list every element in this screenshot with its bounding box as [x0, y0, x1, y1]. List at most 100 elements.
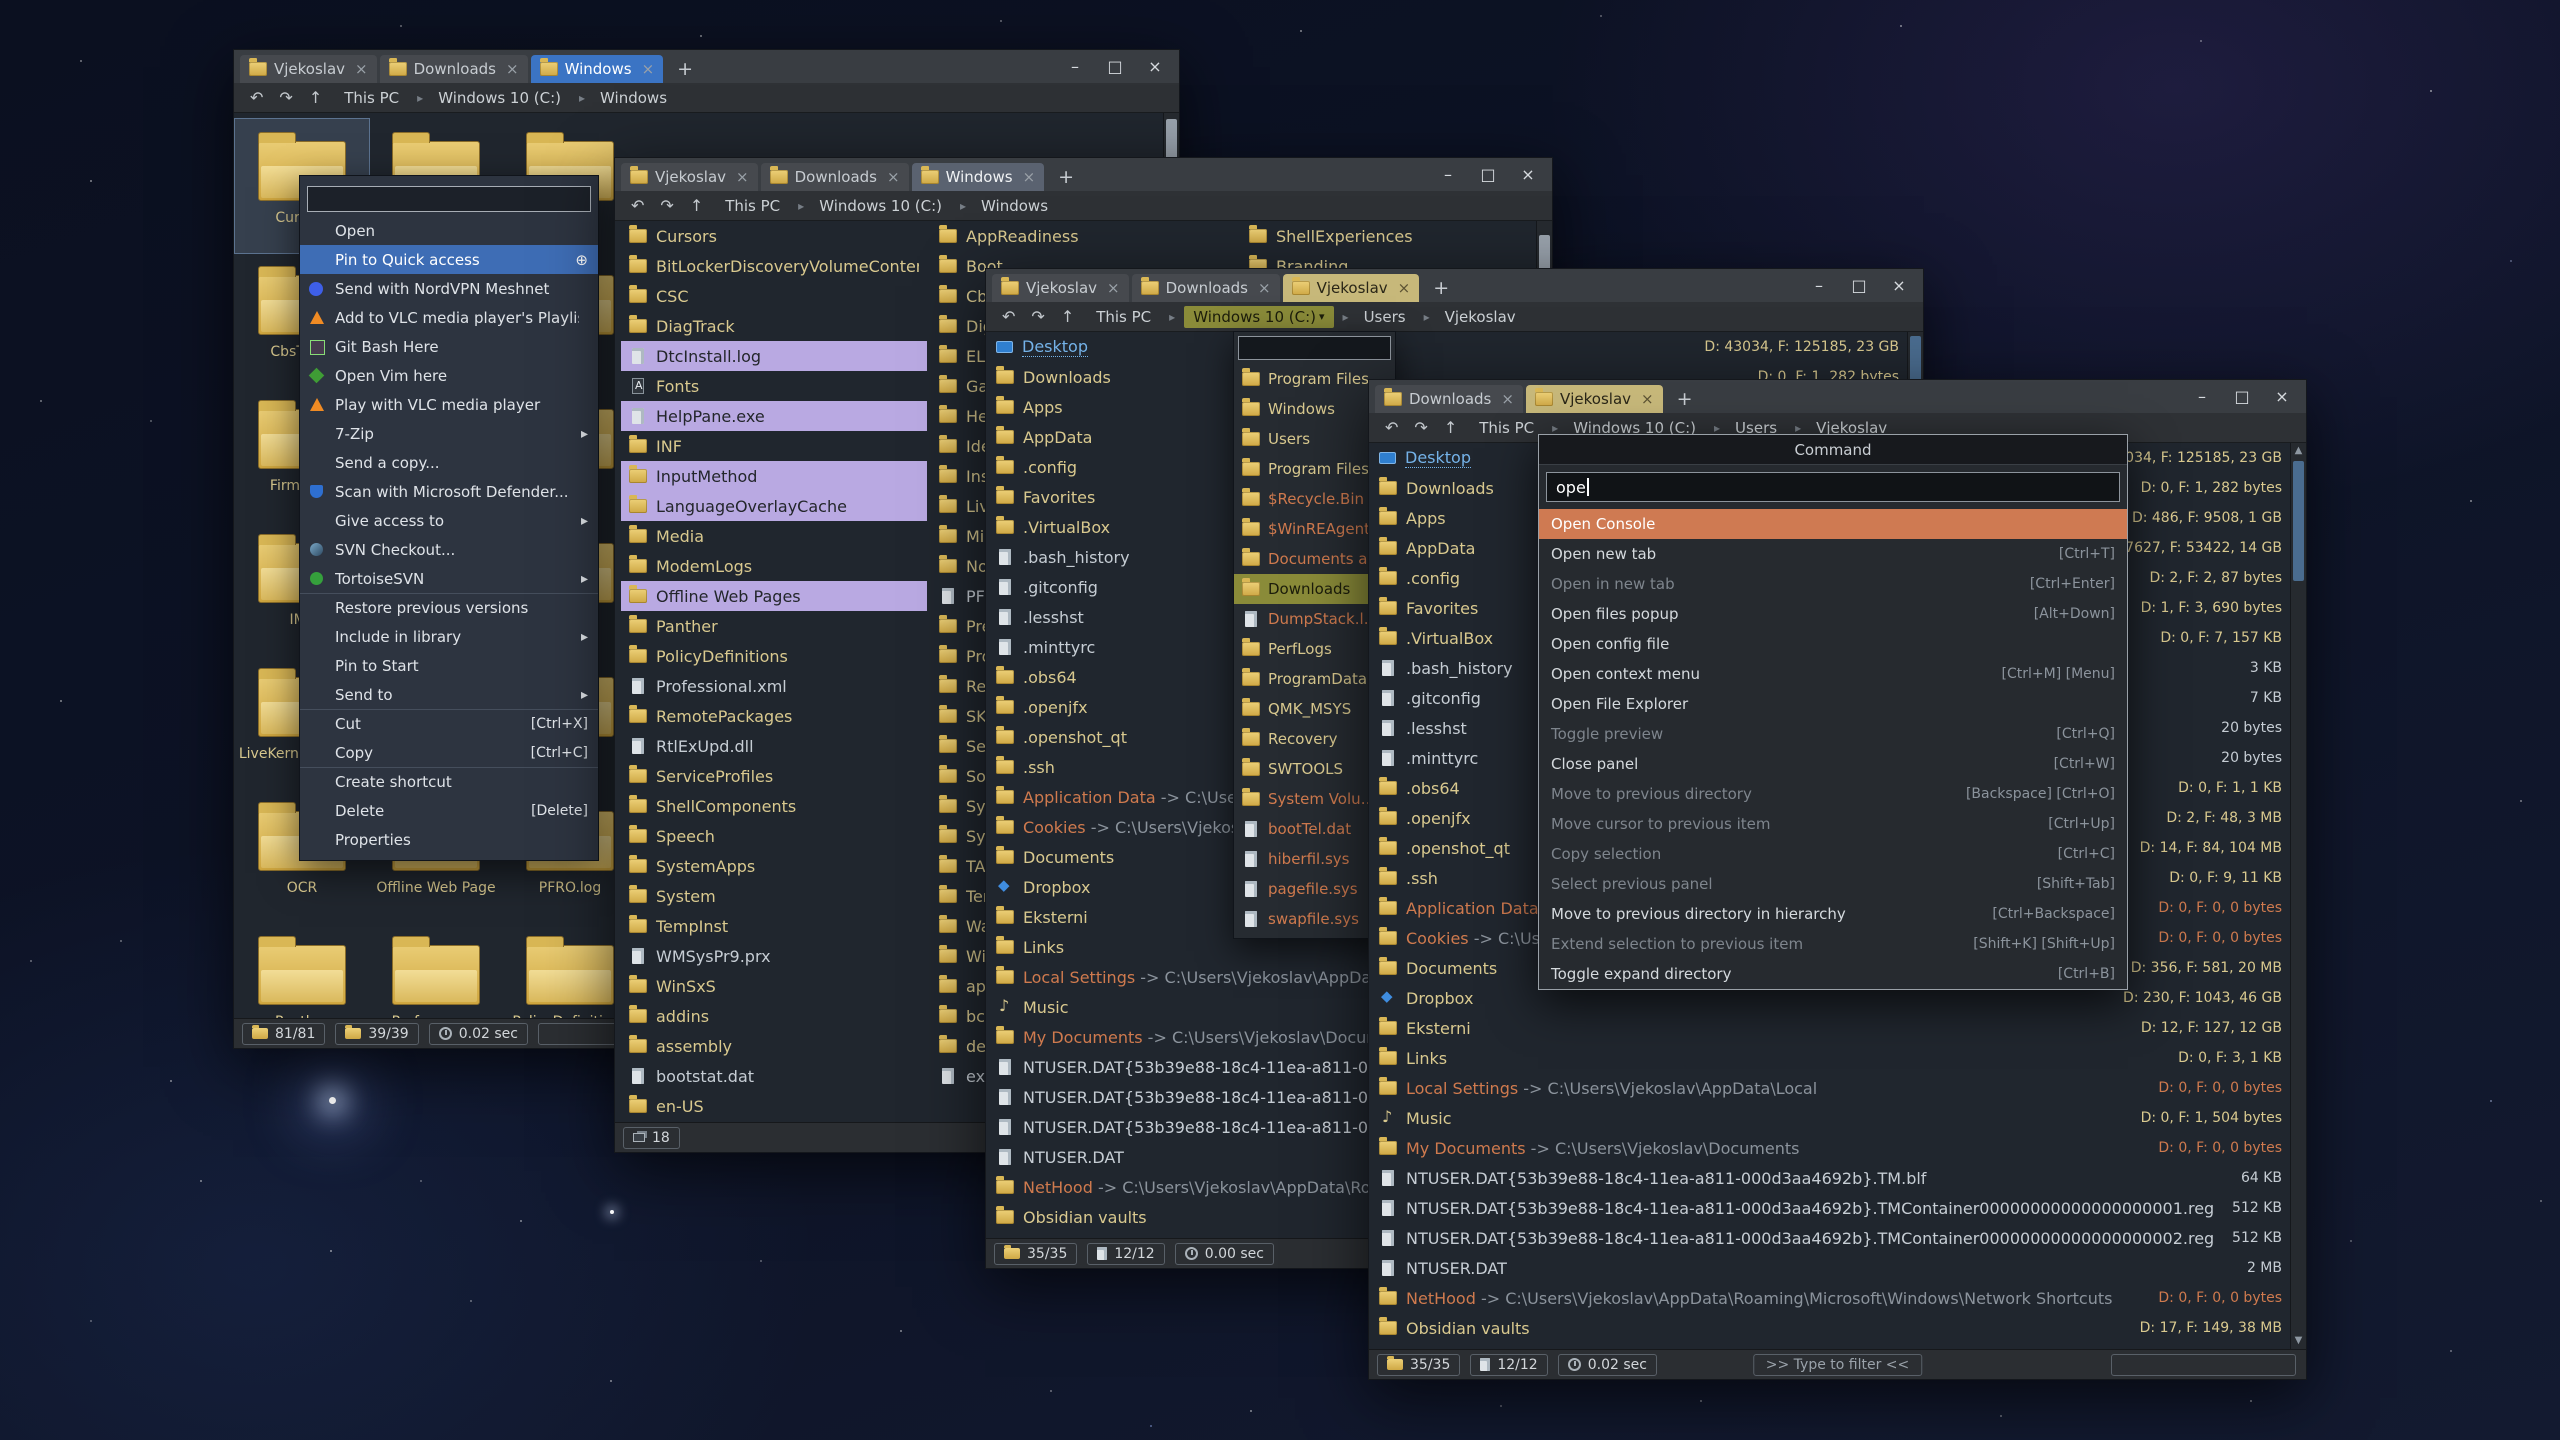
tab-close-icon[interactable]: × [1107, 279, 1120, 297]
breadcrumb-item[interactable]: Windows [975, 195, 1057, 217]
forward-button[interactable]: ↷ [652, 196, 681, 215]
up-button[interactable]: ↑ [682, 196, 711, 215]
file-row[interactable]: Desktop D: 43034, F: 125185, 23 GB [986, 332, 1907, 362]
file-row[interactable]: en-US [621, 1091, 927, 1121]
up-button[interactable]: ↑ [1053, 307, 1082, 326]
tab-close-icon[interactable]: × [887, 168, 900, 186]
file-row[interactable]: addins [621, 1001, 927, 1031]
minimize-button[interactable]: – [1428, 165, 1468, 184]
command-palette-item[interactable]: Open files popup [Alt+Down] [1539, 599, 2127, 629]
context-menu-item[interactable]: Send a copy... [300, 448, 598, 477]
command-palette-item[interactable]: Toggle expand directory [Ctrl+B] [1539, 959, 2127, 989]
file-row[interactable]: InputMethod [621, 461, 927, 491]
context-menu-item[interactable]: Git Bash Here [300, 332, 598, 361]
context-menu-item[interactable]: Send with NordVPN Meshnet [300, 274, 598, 303]
file-row[interactable]: My Documents -> C:\Users\Vjekoslav\Docum… [1369, 1133, 2290, 1163]
minimize-button[interactable]: – [1799, 276, 1839, 295]
file-row[interactable]: CSC [621, 281, 927, 311]
up-button[interactable]: ↑ [1436, 418, 1465, 437]
context-menu-item[interactable]: TortoiseSVN ▸ [300, 564, 598, 593]
forward-button[interactable]: ↷ [1023, 307, 1052, 326]
file-row[interactable]: ShellExperiences [1241, 221, 1541, 251]
file-row[interactable]: Professional.xml [621, 671, 927, 701]
tab[interactable]: Downloads × [761, 163, 909, 191]
dropdown-filter-input[interactable] [1238, 336, 1391, 360]
tab[interactable]: Downloads × [380, 55, 528, 83]
file-row[interactable]: Cursors [621, 221, 927, 251]
tab[interactable]: Windows × [531, 55, 664, 83]
scrollbar[interactable]: ▲ ▼ [2290, 443, 2306, 1349]
breadcrumb-item[interactable]: Windows 10 (C:)▾ [1184, 306, 1357, 328]
command-palette-item[interactable]: Open config file [1539, 629, 2127, 659]
up-button[interactable]: ↑ [301, 88, 330, 107]
file-row[interactable]: Panther [621, 611, 927, 641]
close-button[interactable]: × [1879, 276, 1919, 295]
breadcrumb-item[interactable]: Users [1358, 306, 1439, 328]
context-menu-item[interactable]: Play with VLC media player [300, 390, 598, 419]
tab-close-icon[interactable]: × [1398, 279, 1411, 297]
tab-close-icon[interactable]: × [736, 168, 749, 186]
file-row[interactable]: RtlExUpd.dll [621, 731, 927, 761]
breadcrumb-item[interactable]: Windows 10 (C:) [813, 195, 975, 217]
command-palette-item[interactable]: Open File Explorer [1539, 689, 2127, 719]
file-row[interactable]: NTUSER.DAT{53b39e88-18c4-11ea-a811-000d3… [1369, 1193, 2290, 1223]
file-row[interactable]: Local Settings -> C:\Users\Vjekoslav\App… [1369, 1073, 2290, 1103]
context-menu-item[interactable]: Send to ▸ [300, 680, 598, 709]
file-row[interactable]: Music D: 0, F: 1, 504 bytes [1369, 1103, 2290, 1133]
command-palette-item[interactable]: Open Console [1539, 509, 2127, 539]
file-row[interactable]: Offline Web Pages [621, 581, 927, 611]
file-row[interactable]: System [621, 881, 927, 911]
tab-close-icon[interactable]: × [506, 60, 519, 78]
file-row[interactable]: INF [621, 431, 927, 461]
file-row[interactable]: Eksterni D: 12, F: 127, 12 GB [1369, 1013, 2290, 1043]
file-row[interactable]: DiagTrack [621, 311, 927, 341]
new-tab-button[interactable]: + [666, 55, 704, 83]
back-button[interactable]: ↶ [994, 307, 1023, 326]
file-row[interactable]: PolicyDefinitions [621, 641, 927, 671]
forward-button[interactable]: ↷ [271, 88, 300, 107]
context-menu-item[interactable]: Scan with Microsoft Defender... [300, 477, 598, 506]
command-palette-item[interactable]: Close panel [Ctrl+W] [1539, 749, 2127, 779]
file-row[interactable]: AppReadiness [931, 221, 1237, 251]
minimize-button[interactable]: – [1055, 57, 1095, 76]
close-button[interactable]: × [1508, 165, 1548, 184]
tab-close-icon[interactable]: × [1258, 279, 1271, 297]
file-row[interactable]: Media [621, 521, 927, 551]
command-palette-item[interactable]: Toggle preview [Ctrl+Q] [1539, 719, 2127, 749]
context-menu-item[interactable]: Pin to Start [300, 651, 598, 680]
tab-close-icon[interactable]: × [1501, 390, 1514, 408]
breadcrumb-item[interactable]: This PC [719, 195, 813, 217]
tab-close-icon[interactable]: × [1641, 390, 1654, 408]
command-palette-item[interactable]: Select previous panel [Shift+Tab] [1539, 869, 2127, 899]
file-row[interactable]: Fonts [621, 371, 927, 401]
tab[interactable]: Downloads × [1132, 274, 1280, 302]
context-menu-item[interactable]: Delete [Delete] [300, 796, 598, 825]
tab[interactable]: Vjekoslav × [621, 163, 758, 191]
breadcrumb-item[interactable]: Windows 10 (C:) [432, 87, 594, 109]
file-row[interactable]: NTUSER.DAT{53b39e88-18c4-11ea-a811-000d3… [1369, 1163, 2290, 1193]
desktop-folder-item[interactable]: Panther [235, 923, 369, 1018]
context-menu-item[interactable]: Give access to ▸ [300, 506, 598, 535]
context-menu-item[interactable]: 7-Zip ▸ [300, 419, 598, 448]
file-row[interactable]: NTUSER.DAT{53b39e88-18c4-11ea-a811-000d3… [1369, 1223, 2290, 1253]
maximize-button[interactable]: □ [1839, 276, 1879, 295]
minimize-button[interactable]: – [2182, 387, 2222, 406]
command-palette-item[interactable]: Move to previous directory in hierarchy … [1539, 899, 2127, 929]
file-row[interactable]: WinSxS [621, 971, 927, 1001]
command-palette-item[interactable]: Copy selection [Ctrl+C] [1539, 839, 2127, 869]
file-row[interactable]: ShellComponents [621, 791, 927, 821]
file-row[interactable]: ModemLogs [621, 551, 927, 581]
file-row[interactable]: DtcInstall.log [621, 341, 927, 371]
file-row[interactable]: HelpPane.exe [621, 401, 927, 431]
tab-close-icon[interactable]: × [355, 60, 368, 78]
file-row[interactable]: RemotePackages [621, 701, 927, 731]
back-button[interactable]: ↶ [242, 88, 271, 107]
breadcrumb-item[interactable]: Vjekoslav [1439, 306, 1525, 328]
tab[interactable]: Vjekoslav × [240, 55, 377, 83]
file-row[interactable]: Speech [621, 821, 927, 851]
new-tab-button[interactable]: + [1047, 163, 1085, 191]
context-menu-item[interactable]: SVN Checkout... [300, 535, 598, 564]
tab[interactable]: Vjekoslav × [1283, 274, 1420, 302]
context-menu-item[interactable]: Add to VLC media player's Playlist [300, 303, 598, 332]
command-palette-item[interactable]: Move cursor to previous item [Ctrl+Up] [1539, 809, 2127, 839]
